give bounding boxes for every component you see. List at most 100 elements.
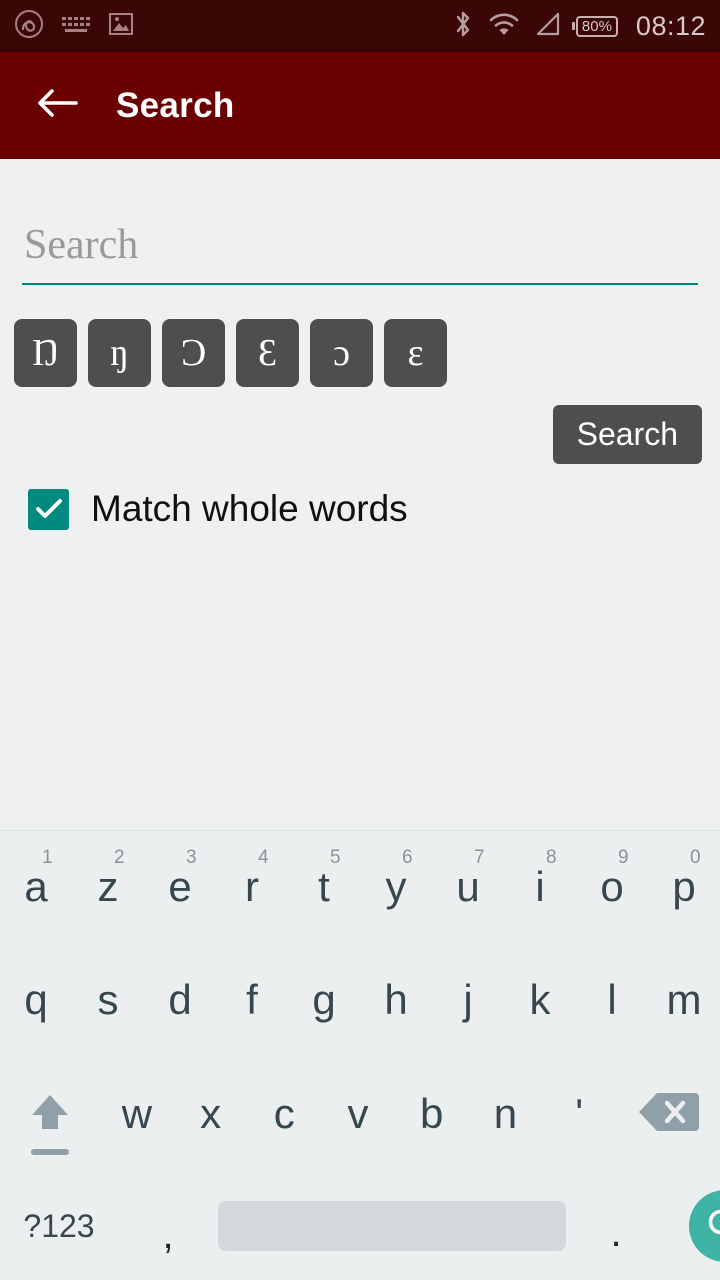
- clock: 08:12: [635, 10, 706, 41]
- bluetooth-icon: [452, 9, 474, 44]
- key-label: s: [97, 976, 119, 1023]
- key-number-hint: 2: [114, 847, 125, 868]
- key-number-hint: 5: [330, 847, 341, 868]
- special-char-key[interactable]: ɔ: [310, 319, 373, 387]
- key-e[interactable]: 3 e: [144, 831, 216, 943]
- special-char-key[interactable]: ŋ: [88, 319, 151, 387]
- key-number-hint: 1: [42, 847, 53, 868]
- key-label: v: [347, 1090, 369, 1137]
- back-button[interactable]: [32, 80, 84, 132]
- key-h[interactable]: h: [360, 943, 432, 1057]
- keyboard-row-2: q s d f g h j k l m: [0, 943, 720, 1057]
- search-enter-key[interactable]: [666, 1171, 720, 1280]
- key-label: c: [273, 1090, 295, 1137]
- key-w[interactable]: w: [100, 1057, 174, 1171]
- key-s[interactable]: s: [72, 943, 144, 1057]
- key-apostrophe[interactable]: ': [542, 1057, 616, 1171]
- key-number-hint: 4: [258, 847, 269, 868]
- key-label: ': [575, 1091, 583, 1136]
- phone-screen: 80% 08:12 Search Ŋ ŋ Ɔ Ɛ ɔ ɛ Search: [0, 0, 720, 1280]
- key-i[interactable]: 8 i: [504, 831, 576, 943]
- special-character-bar: Ŋ ŋ Ɔ Ɛ ɔ ɛ: [14, 319, 447, 387]
- key-f[interactable]: f: [216, 943, 288, 1057]
- search-input-underline: [22, 283, 698, 285]
- match-whole-words-label: Match whole words: [91, 488, 408, 529]
- key-t[interactable]: 5 t: [288, 831, 360, 943]
- key-label: g: [312, 976, 336, 1023]
- search-submit-button[interactable]: Search: [552, 405, 702, 464]
- shift-key[interactable]: [0, 1057, 100, 1171]
- key-label: u: [456, 863, 480, 910]
- on-screen-keyboard: 1 a 2 z 3 e 4 r 5 t 6 y 7 u 8 i 9 o 0 p …: [0, 830, 720, 1280]
- backspace-delete-icon: [637, 1089, 700, 1140]
- shift-state-underline: [31, 1149, 69, 1155]
- key-p[interactable]: 0 p: [648, 831, 720, 943]
- key-k[interactable]: k: [504, 943, 576, 1057]
- checkmark-icon: [35, 499, 62, 518]
- key-l[interactable]: l: [576, 943, 648, 1057]
- key-d[interactable]: d: [144, 943, 216, 1057]
- match-whole-words-row[interactable]: Match whole words: [28, 488, 408, 530]
- key-label: a: [24, 863, 48, 910]
- key-j[interactable]: j: [432, 943, 504, 1057]
- key-c[interactable]: c: [247, 1057, 321, 1171]
- key-label: y: [385, 863, 407, 910]
- key-label: i: [535, 863, 545, 910]
- search-input[interactable]: [22, 221, 698, 283]
- key-label: t: [318, 863, 330, 910]
- period-key[interactable]: .: [566, 1171, 666, 1280]
- key-label: j: [463, 976, 473, 1023]
- key-label: d: [168, 976, 192, 1023]
- keyboard-row-3: w x c v b n ': [0, 1057, 720, 1171]
- key-label: ?123: [23, 1207, 95, 1244]
- special-char-key[interactable]: Ɔ: [162, 319, 225, 387]
- search-magnifier-icon: [689, 1190, 720, 1262]
- battery-indicator: 80%: [575, 15, 618, 37]
- key-r[interactable]: 4 r: [216, 831, 288, 943]
- match-whole-words-checkbox[interactable]: [28, 488, 69, 530]
- keyboard-row-4: ?123 , .: [0, 1171, 720, 1280]
- key-label: l: [607, 976, 617, 1023]
- backspace-key[interactable]: [616, 1057, 720, 1171]
- key-b[interactable]: b: [395, 1057, 469, 1171]
- key-v[interactable]: v: [321, 1057, 395, 1171]
- key-m[interactable]: m: [648, 943, 720, 1057]
- app-bar: Search: [0, 52, 720, 159]
- back-arrow-icon: [36, 86, 80, 125]
- key-label: o: [600, 863, 624, 910]
- key-q[interactable]: q: [0, 943, 72, 1057]
- search-input-container: [22, 221, 698, 285]
- status-bar: 80% 08:12: [0, 0, 720, 52]
- key-label: z: [97, 863, 119, 910]
- key-z[interactable]: 2 z: [72, 831, 144, 943]
- key-label: r: [245, 863, 259, 910]
- signal-icon: [534, 11, 562, 42]
- page-title: Search: [116, 85, 235, 125]
- key-label: k: [529, 976, 551, 1023]
- special-char-key[interactable]: ɛ: [384, 319, 447, 387]
- special-char-key[interactable]: Ŋ: [14, 319, 77, 387]
- keyboard-icon: [60, 13, 92, 40]
- key-number-hint: 9: [618, 847, 629, 868]
- key-g[interactable]: g: [288, 943, 360, 1057]
- key-x[interactable]: x: [174, 1057, 248, 1171]
- app-logo-icon: [14, 9, 44, 44]
- image-icon: [108, 11, 134, 42]
- special-char-key[interactable]: Ɛ: [236, 319, 299, 387]
- symbols-key[interactable]: ?123: [0, 1171, 118, 1280]
- comma-key[interactable]: ,: [118, 1171, 218, 1280]
- key-n[interactable]: n: [469, 1057, 543, 1171]
- key-label: f: [246, 976, 258, 1023]
- key-y[interactable]: 6 y: [360, 831, 432, 943]
- key-label: ,: [162, 1213, 174, 1257]
- key-label: b: [420, 1090, 444, 1137]
- key-a[interactable]: 1 a: [0, 831, 72, 943]
- key-o[interactable]: 9 o: [576, 831, 648, 943]
- key-label: p: [672, 863, 696, 910]
- key-u[interactable]: 7 u: [432, 831, 504, 943]
- space-key[interactable]: [218, 1171, 566, 1280]
- key-number-hint: 7: [474, 847, 485, 868]
- key-number-hint: 8: [546, 847, 557, 868]
- keyboard-row-1: 1 a 2 z 3 e 4 r 5 t 6 y 7 u 8 i 9 o 0 p: [0, 831, 720, 943]
- spacebar-surface: [218, 1201, 566, 1251]
